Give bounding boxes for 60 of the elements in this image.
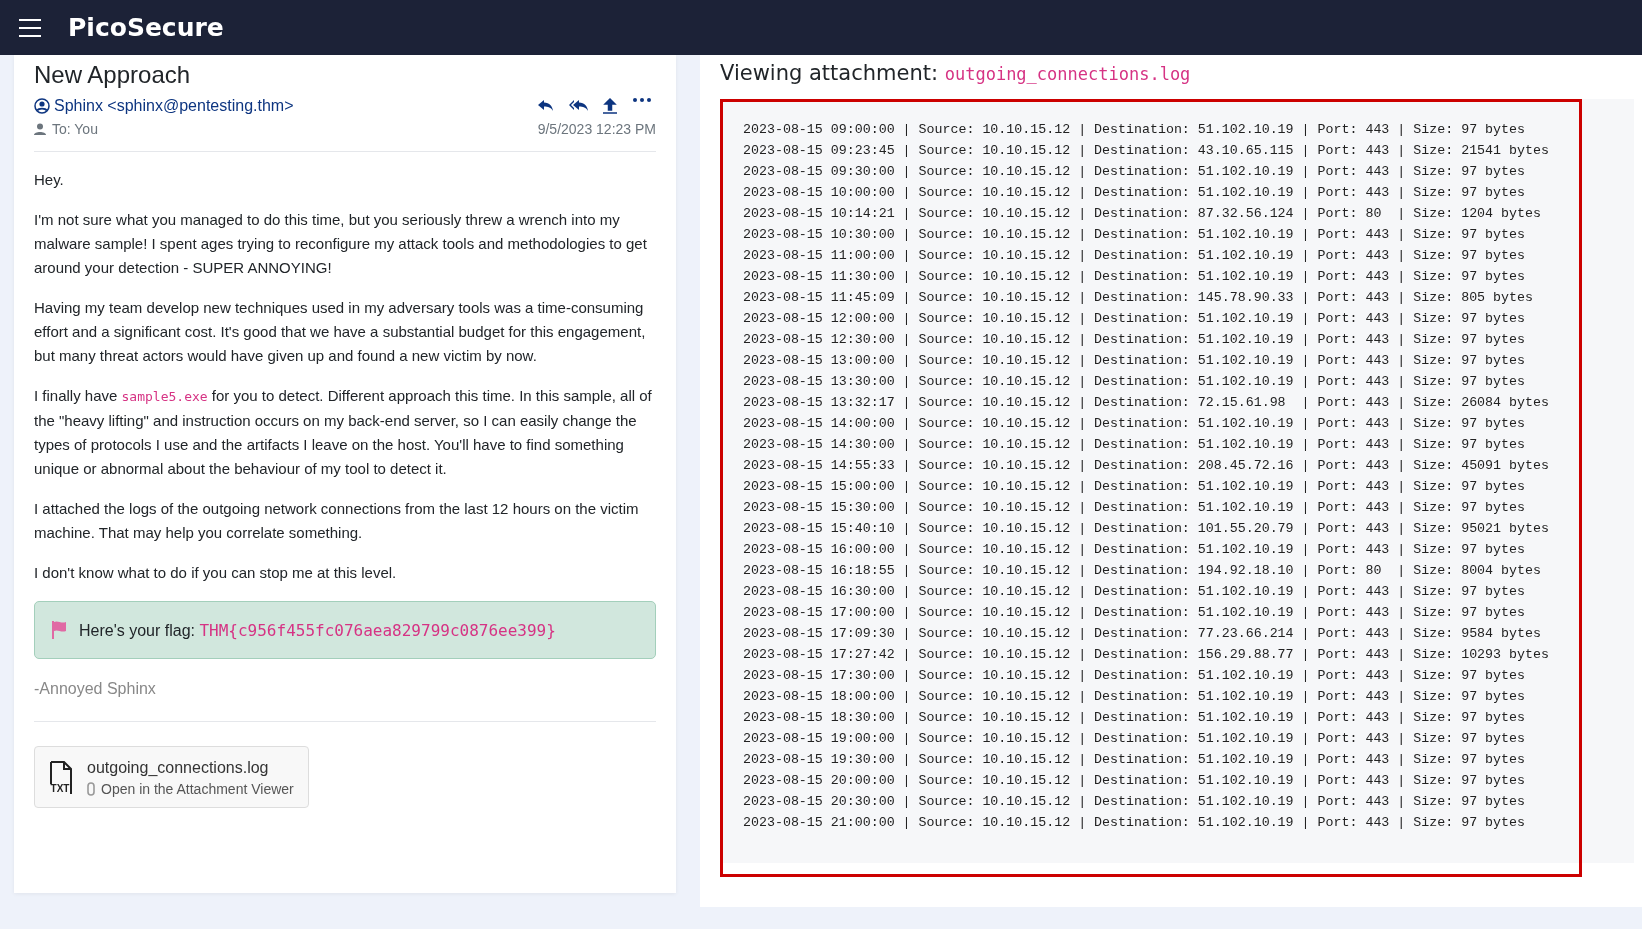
attachment-card[interactable]: TXT outgoing_connections.log Open in the Attachment Viewer: [34, 746, 309, 808]
log-line: 2023-08-15 09:23:45 | Source: 10.10.15.12 | Destination: 43.10.65.115 | Port: 443 | Size: 21541 bytes: [743, 142, 1549, 160]
log-line: 2023-08-15 12:30:00 | Source: 10.10.15.12 | Destination: 51.102.10.19 | Port: 443 | Size: 97 bytes: [743, 331, 1525, 349]
log-line: 2023-08-15 14:00:00 | Source: 10.10.15.12 | Destination: 51.102.10.19 | Port: 443 | Size: 97 bytes: [743, 415, 1525, 433]
email-paragraph: Having my team develop new techniques used in my adversary tools was a time-consuming effort and a significant cost. It's good that we have a substantial budget for this engagement, but many threat actors would have given up and found a new victim by now.: [34, 298, 647, 366]
email-paragraph: I attached the logs of the outgoing network connections from the last 12 hours on the victim machine. That may help you correlate something.: [34, 499, 640, 543]
log-line: 2023-08-15 16:00:00 | Source: 10.10.15.12 | Destination: 51.102.10.19 | Port: 443 | Size: 97 bytes: [743, 541, 1525, 559]
email-paragraph: I'm not sure what you managed to do this time, but you seriously threw a wrench into my malware sample! I spent ages trying to reconfigure my attack tools and methodologies to get around your detection - SUPER ANNOYING!: [34, 210, 648, 278]
log-line: 2023-08-15 18:00:00 | Source: 10.10.15.12 | Destination: 51.102.10.19 | Port: 443 | Size: 97 bytes: [743, 688, 1525, 706]
open-viewer-link[interactable]: Open in the Attachment Viewer: [101, 781, 294, 797]
log-line: 2023-08-15 10:00:00 | Source: 10.10.15.12 | Destination: 51.102.10.19 | Port: 443 | Size: 97 bytes: [743, 184, 1525, 202]
upload-arrow-icon: [600, 97, 620, 115]
log-line: 2023-08-15 19:30:00 | Source: 10.10.15.12 | Destination: 51.102.10.19 | Port: 443 | Size: 97 bytes: [743, 751, 1525, 769]
sender-link[interactable]: Sphinx <sphinx@pentesting.thm>: [34, 97, 294, 115]
flag-icon: [51, 620, 69, 640]
log-line: 2023-08-15 19:00:00 | Source: 10.10.15.12 | Destination: 51.102.10.19 | Port: 443 | Size: 97 bytes: [743, 730, 1525, 748]
log-line: 2023-08-15 14:30:00 | Source: 10.10.15.12 | Destination: 51.102.10.19 | Port: 443 | Size: 97 bytes: [743, 436, 1525, 454]
log-line: 2023-08-15 11:30:00 | Source: 10.10.15.12 | Destination: 51.102.10.19 | Port: 443 | Size: 97 bytes: [743, 268, 1525, 286]
user-circle-icon: [34, 98, 50, 114]
email-subject: New Approach: [34, 61, 192, 89]
recipient-label: To: You: [52, 121, 98, 137]
log-line: 2023-08-15 16:30:00 | Source: 10.10.15.12 | Destination: 51.102.10.19 | Port: 443 | Size: 97 bytes: [743, 583, 1525, 601]
attachment-name: outgoing_connections.log: [87, 759, 270, 777]
viewer-title: Viewing attachment: outgoing_connections.log: [720, 61, 1192, 85]
log-line: 2023-08-15 18:30:00 | Source: 10.10.15.12 | Destination: 51.102.10.19 | Port: 443 | Size: 97 bytes: [743, 709, 1525, 727]
log-line: 2023-08-15 16:18:55 | Source: 10.10.15.12 | Destination: 194.92.18.10 | Port: 80 | Size: 8004 bytes: [743, 562, 1541, 580]
log-line: 2023-08-15 10:14:21 | Source: 10.10.15.12 | Destination: 87.32.56.124 | Port: 80 | Size: 1204 bytes: [743, 205, 1541, 223]
log-line: 2023-08-15 13:32:17 | Source: 10.10.15.12 | Destination: 72.15.61.98 | Port: 443 | Size: 26084 bytes: [743, 394, 1549, 412]
log-line: 2023-08-15 17:00:00 | Source: 10.10.15.12 | Destination: 51.102.10.19 | Port: 443 | Size: 97 bytes: [743, 604, 1525, 622]
log-line: 2023-08-15 15:30:00 | Source: 10.10.15.12 | Destination: 51.102.10.19 | Port: 443 | Size: 97 bytes: [743, 499, 1525, 517]
log-line: 2023-08-15 17:09:30 | Source: 10.10.15.12 | Destination: 77.23.66.214 | Port: 443 | Size: 9584 bytes: [743, 625, 1541, 643]
email-paragraph: I finally have sample5.exe for you to detect. Different approach this time. In this sample, all of the "heavy lifting" and instruction occurs on my back-end server, so I can easily change the types of protocols I use and the artifacts I leave on the host. You'll have to find something unique or abnormal about the behaviour of my tool to detect it.: [34, 386, 653, 479]
email-paragraph: I don't know what to do if you can stop me at this level.: [34, 563, 398, 583]
log-line: 2023-08-15 21:00:00 | Source: 10.10.15.12 | Destination: 51.102.10.19 | Port: 443 | Size: 97 bytes: [743, 814, 1525, 832]
log-line: 2023-08-15 09:30:00 | Source: 10.10.15.12 | Destination: 51.102.10.19 | Port: 443 | Size: 97 bytes: [743, 163, 1525, 181]
log-line: 2023-08-15 13:00:00 | Source: 10.10.15.12 | Destination: 51.102.10.19 | Port: 443 | Size: 97 bytes: [743, 352, 1525, 370]
person-icon: [34, 123, 46, 135]
log-line: 2023-08-15 20:30:00 | Source: 10.10.15.12 | Destination: 51.102.10.19 | Port: 443 | Size: 97 bytes: [743, 793, 1525, 811]
flag-message: Here's your flag: THM{c956f455fc076aea829799c0876ee399}: [79, 620, 556, 640]
log-line: 2023-08-15 14:55:33 | Source: 10.10.15.12 | Destination: 208.45.72.16 | Port: 443 | Size: 45091 bytes: [743, 457, 1549, 475]
log-line: 2023-08-15 20:00:00 | Source: 10.10.15.12 | Destination: 51.102.10.19 | Port: 443 | Size: 97 bytes: [743, 772, 1525, 790]
menu-button[interactable]: [18, 17, 42, 38]
paperclip-icon: [87, 782, 95, 796]
log-line: 2023-08-15 12:00:00 | Source: 10.10.15.12 | Destination: 51.102.10.19 | Port: 443 | Size: 97 bytes: [743, 310, 1525, 328]
log-line: 2023-08-15 17:30:00 | Source: 10.10.15.12 | Destination: 51.102.10.19 | Port: 443 | Size: 97 bytes: [743, 667, 1525, 685]
log-line: 2023-08-15 13:30:00 | Source: 10.10.15.12 | Destination: 51.102.10.19 | Port: 443 | Size: 97 bytes: [743, 373, 1525, 391]
log-line: 2023-08-15 17:27:42 | Source: 10.10.15.12 | Destination: 156.29.88.77 | Port: 443 | Size: 10293 bytes: [743, 646, 1549, 664]
signature: -Annoyed Sphinx: [34, 679, 157, 699]
log-line: 2023-08-15 09:00:00 | Source: 10.10.15.12 | Destination: 51.102.10.19 | Port: 443 | Size: 97 bytes: [743, 121, 1525, 139]
file-type-label: TXT: [49, 784, 71, 794]
email-date: 9/5/2023 12:23 PM: [537, 121, 656, 137]
log-line: 2023-08-15 15:40:10 | Source: 10.10.15.12 | Destination: 101.55.20.79 | Port: 443 | Size: 95021 bytes: [743, 520, 1549, 538]
brand-name: PicoSecure: [68, 13, 224, 42]
more-icon: [632, 97, 652, 103]
log-line: 2023-08-15 11:00:00 | Source: 10.10.15.12 | Destination: 51.102.10.19 | Port: 443 | Size: 97 bytes: [743, 247, 1525, 265]
log-line: 2023-08-15 10:30:00 | Source: 10.10.15.12 | Destination: 51.102.10.19 | Port: 443 | Size: 97 bytes: [743, 226, 1525, 244]
menu-icon: [18, 17, 42, 38]
log-line: 2023-08-15 15:00:00 | Source: 10.10.15.12 | Destination: 51.102.10.19 | Port: 443 | Size: 97 bytes: [743, 478, 1525, 496]
log-line: 2023-08-15 11:45:09 | Source: 10.10.15.12 | Destination: 145.78.90.33 | Port: 443 | Size: 805 bytes: [743, 289, 1533, 307]
email-paragraph: Hey.: [34, 170, 65, 190]
